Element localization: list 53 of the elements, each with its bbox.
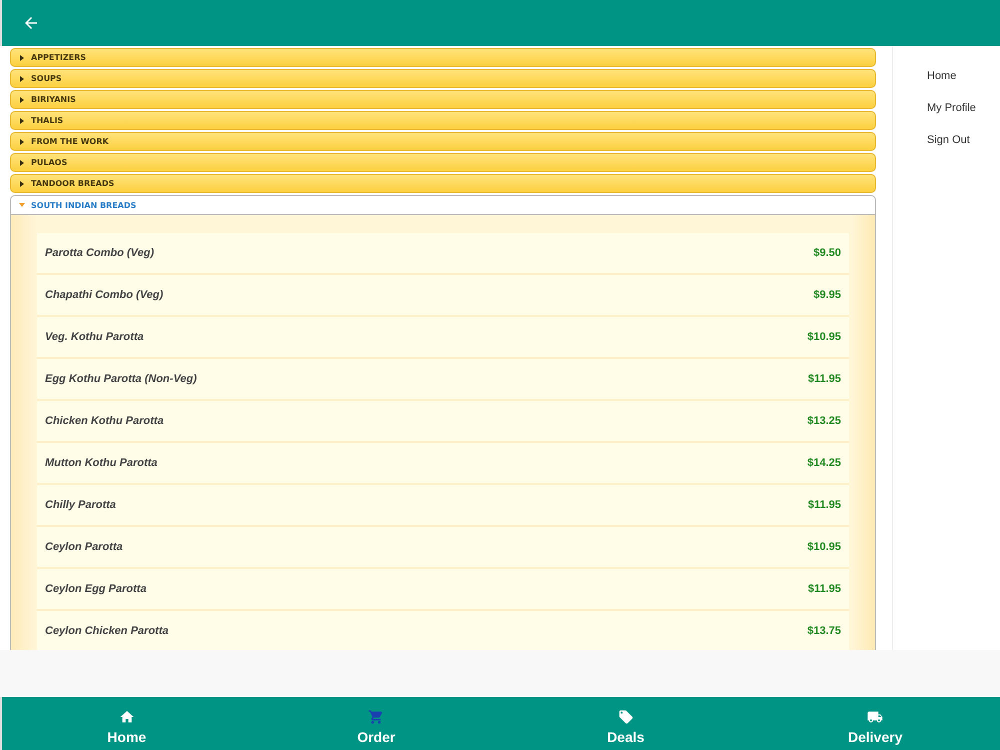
caret-right-icon	[19, 96, 25, 102]
caret-right-icon	[19, 118, 25, 124]
caret-right-icon	[19, 180, 25, 186]
item-name: Veg. Kothu Parotta	[45, 331, 144, 343]
menu-item-row[interactable]: Ceylon Chicken Parotta $13.75	[37, 611, 849, 650]
nav-tab[interactable]: Order	[252, 697, 501, 750]
nav-tab[interactable]: Delivery	[750, 697, 1000, 750]
item-name: Ceylon Parotta	[45, 541, 123, 553]
menu-item-row[interactable]: Parotta Combo (Veg) $9.50	[37, 233, 849, 275]
category-header[interactable]: THALIS	[10, 111, 876, 130]
sidebar-link[interactable]: My Profile	[927, 102, 1000, 114]
item-name: Chilly Parotta	[45, 499, 116, 511]
item-price: $9.50	[813, 247, 841, 259]
category-header[interactable]: FROM THE WORK	[10, 132, 876, 151]
category-header[interactable]: PULAOS	[10, 153, 876, 172]
menu-item-row[interactable]: Mutton Kothu Parotta $14.25	[37, 443, 849, 485]
caret-right-icon	[19, 160, 25, 166]
menu-item-row[interactable]: Chilly Parotta $11.95	[37, 485, 849, 527]
item-price: $11.95	[808, 583, 841, 595]
item-price: $9.95	[813, 289, 841, 301]
item-name: Chicken Kothu Parotta	[45, 415, 164, 427]
item-price: $10.95	[807, 331, 841, 343]
nav-tab[interactable]: Home	[2, 697, 252, 750]
item-price: $10.95	[807, 541, 841, 553]
item-name: Mutton Kothu Parotta	[45, 457, 158, 469]
caret-right-icon	[19, 138, 25, 144]
menu-item-row[interactable]: Ceylon Egg Parotta $11.95	[37, 569, 849, 611]
item-name: Ceylon Chicken Parotta	[45, 625, 168, 637]
sidebar-link[interactable]: Sign Out	[927, 134, 1000, 146]
menu-item-row[interactable]: Egg Kothu Parotta (Non-Veg) $11.95	[37, 359, 849, 401]
item-price: $13.25	[807, 415, 841, 427]
item-name: Chapathi Combo (Veg)	[45, 289, 164, 301]
sidebar-link[interactable]: Home	[927, 70, 1000, 82]
menu-item-row[interactable]: Chapathi Combo (Veg) $9.95	[37, 275, 849, 317]
item-price: $14.25	[807, 457, 841, 469]
category-header[interactable]: SOUPS	[10, 69, 876, 88]
item-price: $11.95	[808, 373, 841, 385]
menu-item-row[interactable]: Ceylon Parotta $10.95	[37, 527, 849, 569]
menu-item-row[interactable]: Chicken Kothu Parotta $13.25	[37, 401, 849, 443]
item-name: Parotta Combo (Veg)	[45, 247, 154, 259]
category-header[interactable]: TANDOOR BREADS	[10, 174, 876, 193]
category-header[interactable]: APPETIZERS	[10, 48, 876, 67]
caret-right-icon	[19, 54, 25, 60]
category-header[interactable]: BIRIYANIS	[10, 90, 876, 109]
nav-tab[interactable]: Deals	[501, 697, 750, 750]
category-header[interactable]: SOUTH INDIAN BREADS	[10, 195, 876, 215]
caret-right-icon	[19, 76, 25, 82]
item-price: $13.75	[807, 625, 841, 637]
caret-down-icon	[19, 202, 25, 208]
item-name: Ceylon Egg Parotta	[45, 583, 146, 595]
menu-item-row[interactable]: Veg. Kothu Parotta $10.95	[37, 317, 849, 359]
item-name: Egg Kothu Parotta (Non-Veg)	[45, 373, 197, 385]
item-price: $11.95	[808, 499, 841, 511]
